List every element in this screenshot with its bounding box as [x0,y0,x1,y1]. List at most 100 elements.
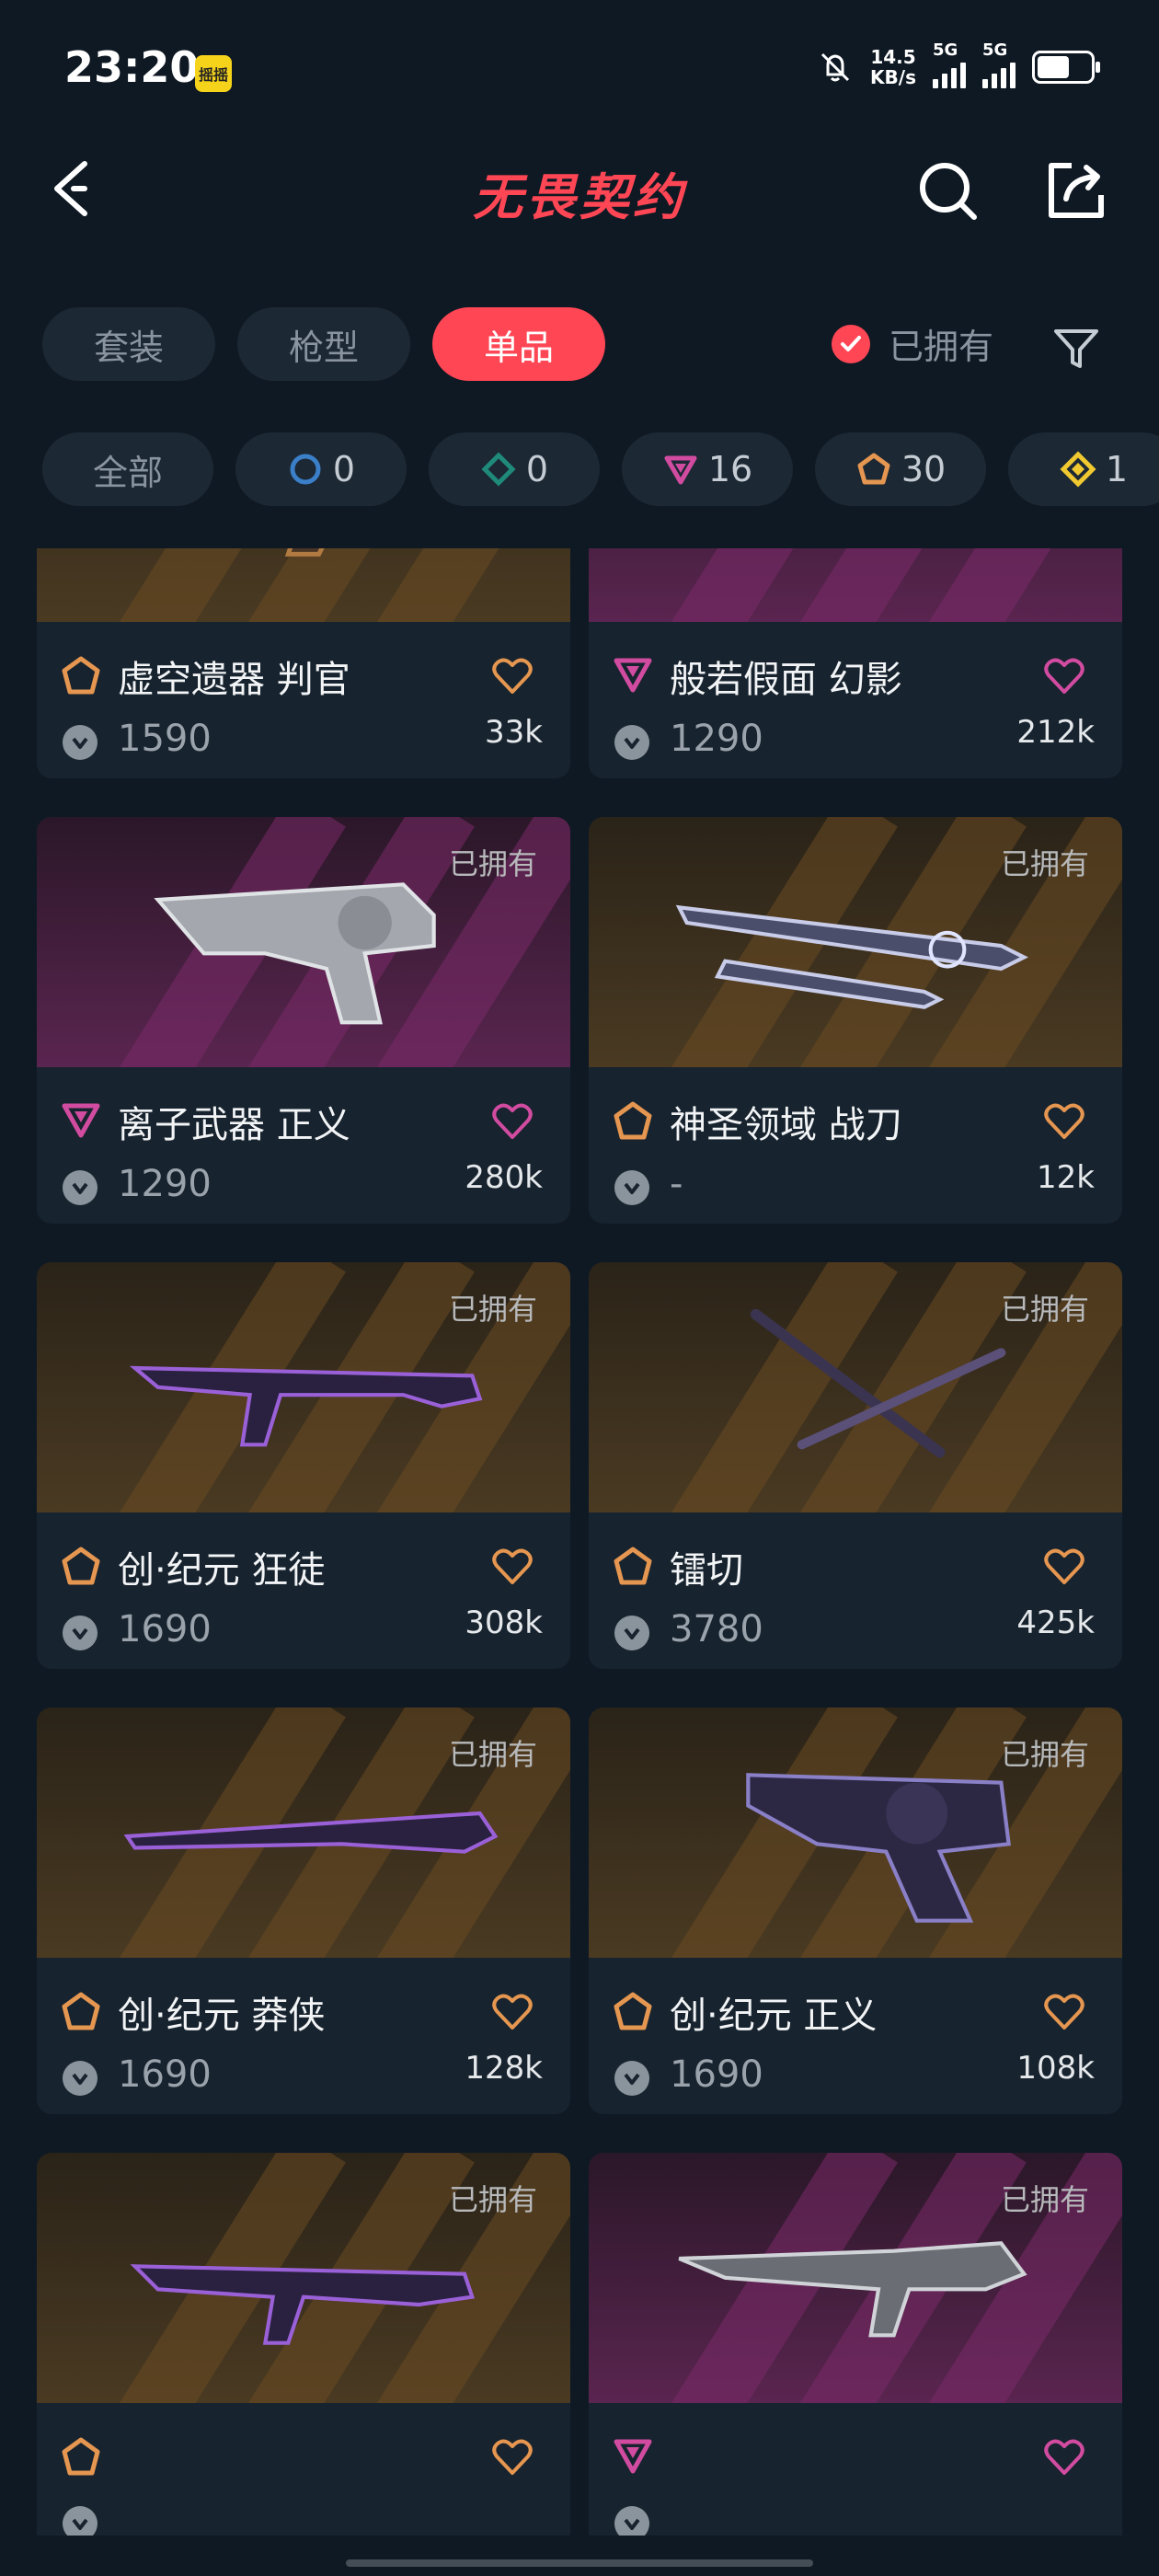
item-card[interactable]: 已拥有 [589,2153,1122,2536]
category-tabs: 套装 枪型 单品 [42,307,605,381]
premium-tier-icon [61,1100,101,1141]
home-indicator[interactable] [346,2559,813,2567]
like-count: 212k [1016,714,1095,751]
item-card[interactable]: 已拥有 [37,2153,570,2536]
item-image: 已拥有 [37,1262,570,1512]
select-tier-icon [290,454,321,485]
rarity-chip-count: 16 [707,449,753,489]
premium-tier-icon [664,455,697,485]
item-image: 已拥有 [37,817,570,1067]
item-price: - [670,1163,683,1205]
item-price: 1690 [118,1608,212,1650]
item-price: 1690 [118,2053,212,2096]
rarity-chip-ultra[interactable]: 1 [1008,432,1159,506]
item-grid: 虚空遗器 判官 1590 33k 般若假面 幻影 1290 212k 已拥有 离… [37,548,1122,2536]
owned-filter-toggle[interactable]: 已拥有 [832,318,993,369]
favorite-heart-icon[interactable] [491,2438,534,2477]
valorant-points-icon [63,1170,98,1205]
network-speed-unit: KB/s [870,66,916,88]
valorant-points-icon [614,2061,649,2096]
signal-strength-icon-sim2: 5G [982,40,1016,88]
item-card[interactable]: 已拥有 离子武器 正义 1290 280k [37,817,570,1224]
owned-tag: 已拥有 [1000,2182,1089,2217]
item-image: 已拥有 [589,1708,1122,1958]
item-name: 创·纪元 正义 [670,1995,878,2037]
tab-weapon-types[interactable]: 枪型 [237,307,410,381]
exclusive-tier-icon [857,453,890,485]
item-info: 创·纪元 狂徒 1690 308k [37,1512,570,1669]
favorite-heart-icon[interactable] [491,1102,534,1141]
owned-tag: 已拥有 [448,846,537,881]
sim2-network-label: 5G [982,40,1008,60]
rarity-chip-count: 0 [525,449,549,489]
network-speed: 14.5 KB/s [870,47,916,87]
item-card[interactable]: 已拥有 创·纪元 正义 1690 108k [589,1708,1122,2114]
item-name: 般若假面 幻影 [670,659,902,701]
share-icon[interactable] [1044,158,1108,223]
status-icons: 14.5 KB/s 5G 5G [817,40,1100,88]
favorite-heart-icon[interactable] [1043,657,1085,696]
rarity-chip-all[interactable]: 全部 [42,432,213,506]
item-name: 创·纪元 狂徒 [118,1549,326,1592]
item-info [37,2403,570,2536]
item-card[interactable]: 般若假面 幻影 1290 212k [589,548,1122,778]
like-count: 12k [1037,1159,1095,1196]
item-price: 1290 [118,1163,212,1205]
tab-single-items[interactable]: 单品 [432,307,605,381]
valorant-points-icon [614,725,649,760]
rarity-chip-deluxe[interactable]: 0 [429,432,600,506]
rarity-chip-count: 1 [1105,449,1129,489]
item-info: 离子武器 正义 1290 280k [37,1067,570,1224]
item-info [589,2403,1122,2536]
owned-tag: 已拥有 [448,1737,537,1772]
checkmark-icon [832,324,870,363]
exclusive-tier-icon [613,1991,653,2031]
app-logo-title: 无畏契约 [473,168,686,226]
item-price: 3780 [670,1608,763,1650]
premium-tier-icon [613,655,653,696]
clock: 23:20 [64,42,200,92]
item-image [37,548,570,622]
owned-tag: 已拥有 [1000,1292,1089,1327]
notification-app-icon: 摇摇 [195,55,232,92]
item-card[interactable]: 已拥有 创·纪元 莽侠 1690 128k [37,1708,570,2114]
exclusive-tier-icon [613,1100,653,1141]
valorant-points-icon [614,1616,649,1650]
deluxe-tier-icon [481,452,516,487]
favorite-heart-icon[interactable] [1043,2438,1085,2477]
filter-funnel-icon[interactable] [1049,320,1104,375]
item-image: 已拥有 [589,817,1122,1067]
rarity-chip-count: 30 [901,449,947,489]
favorite-heart-icon[interactable] [491,1993,534,2031]
like-count: 128k [465,2050,543,2087]
like-count: 425k [1016,1604,1095,1641]
valorant-points-icon [614,1170,649,1205]
rarity-chip-premium[interactable]: 16 [622,432,793,506]
sim1-network-label: 5G [933,40,958,60]
tab-bundles[interactable]: 套装 [42,307,215,381]
item-info: 创·纪元 莽侠 1690 128k [37,1958,570,2114]
item-card[interactable]: 已拥有 创·纪元 狂徒 1690 308k [37,1262,570,1669]
item-info: 创·纪元 正义 1690 108k [589,1958,1122,2114]
search-icon[interactable] [915,158,980,223]
owned-filter-label: 已拥有 [889,327,994,367]
item-image: 已拥有 [37,1708,570,1958]
weapon-skin-image [284,548,325,557]
favorite-heart-icon[interactable] [1043,1102,1085,1141]
rarity-chip-select[interactable]: 0 [235,432,407,506]
item-card[interactable]: 已拥有 镭切 3780 425k [589,1262,1122,1669]
exclusive-tier-icon [61,2436,101,2477]
item-card[interactable]: 虚空遗器 判官 1590 33k [37,548,570,778]
rarity-chip-exclusive[interactable]: 30 [815,432,986,506]
favorite-heart-icon[interactable] [491,657,534,696]
favorite-heart-icon[interactable] [1043,1547,1085,1586]
favorite-heart-icon[interactable] [1043,1993,1085,2031]
item-card[interactable]: 已拥有 神圣领域 战刀 - 12k [589,817,1122,1224]
network-speed-value: 14.5 [870,46,916,68]
valorant-points-icon [63,2506,98,2536]
owned-tag: 已拥有 [448,1292,537,1327]
valorant-points-icon [63,2061,98,2096]
favorite-heart-icon[interactable] [491,1547,534,1586]
valorant-points-icon [614,2506,649,2536]
rarity-chip-count: 0 [332,449,356,489]
